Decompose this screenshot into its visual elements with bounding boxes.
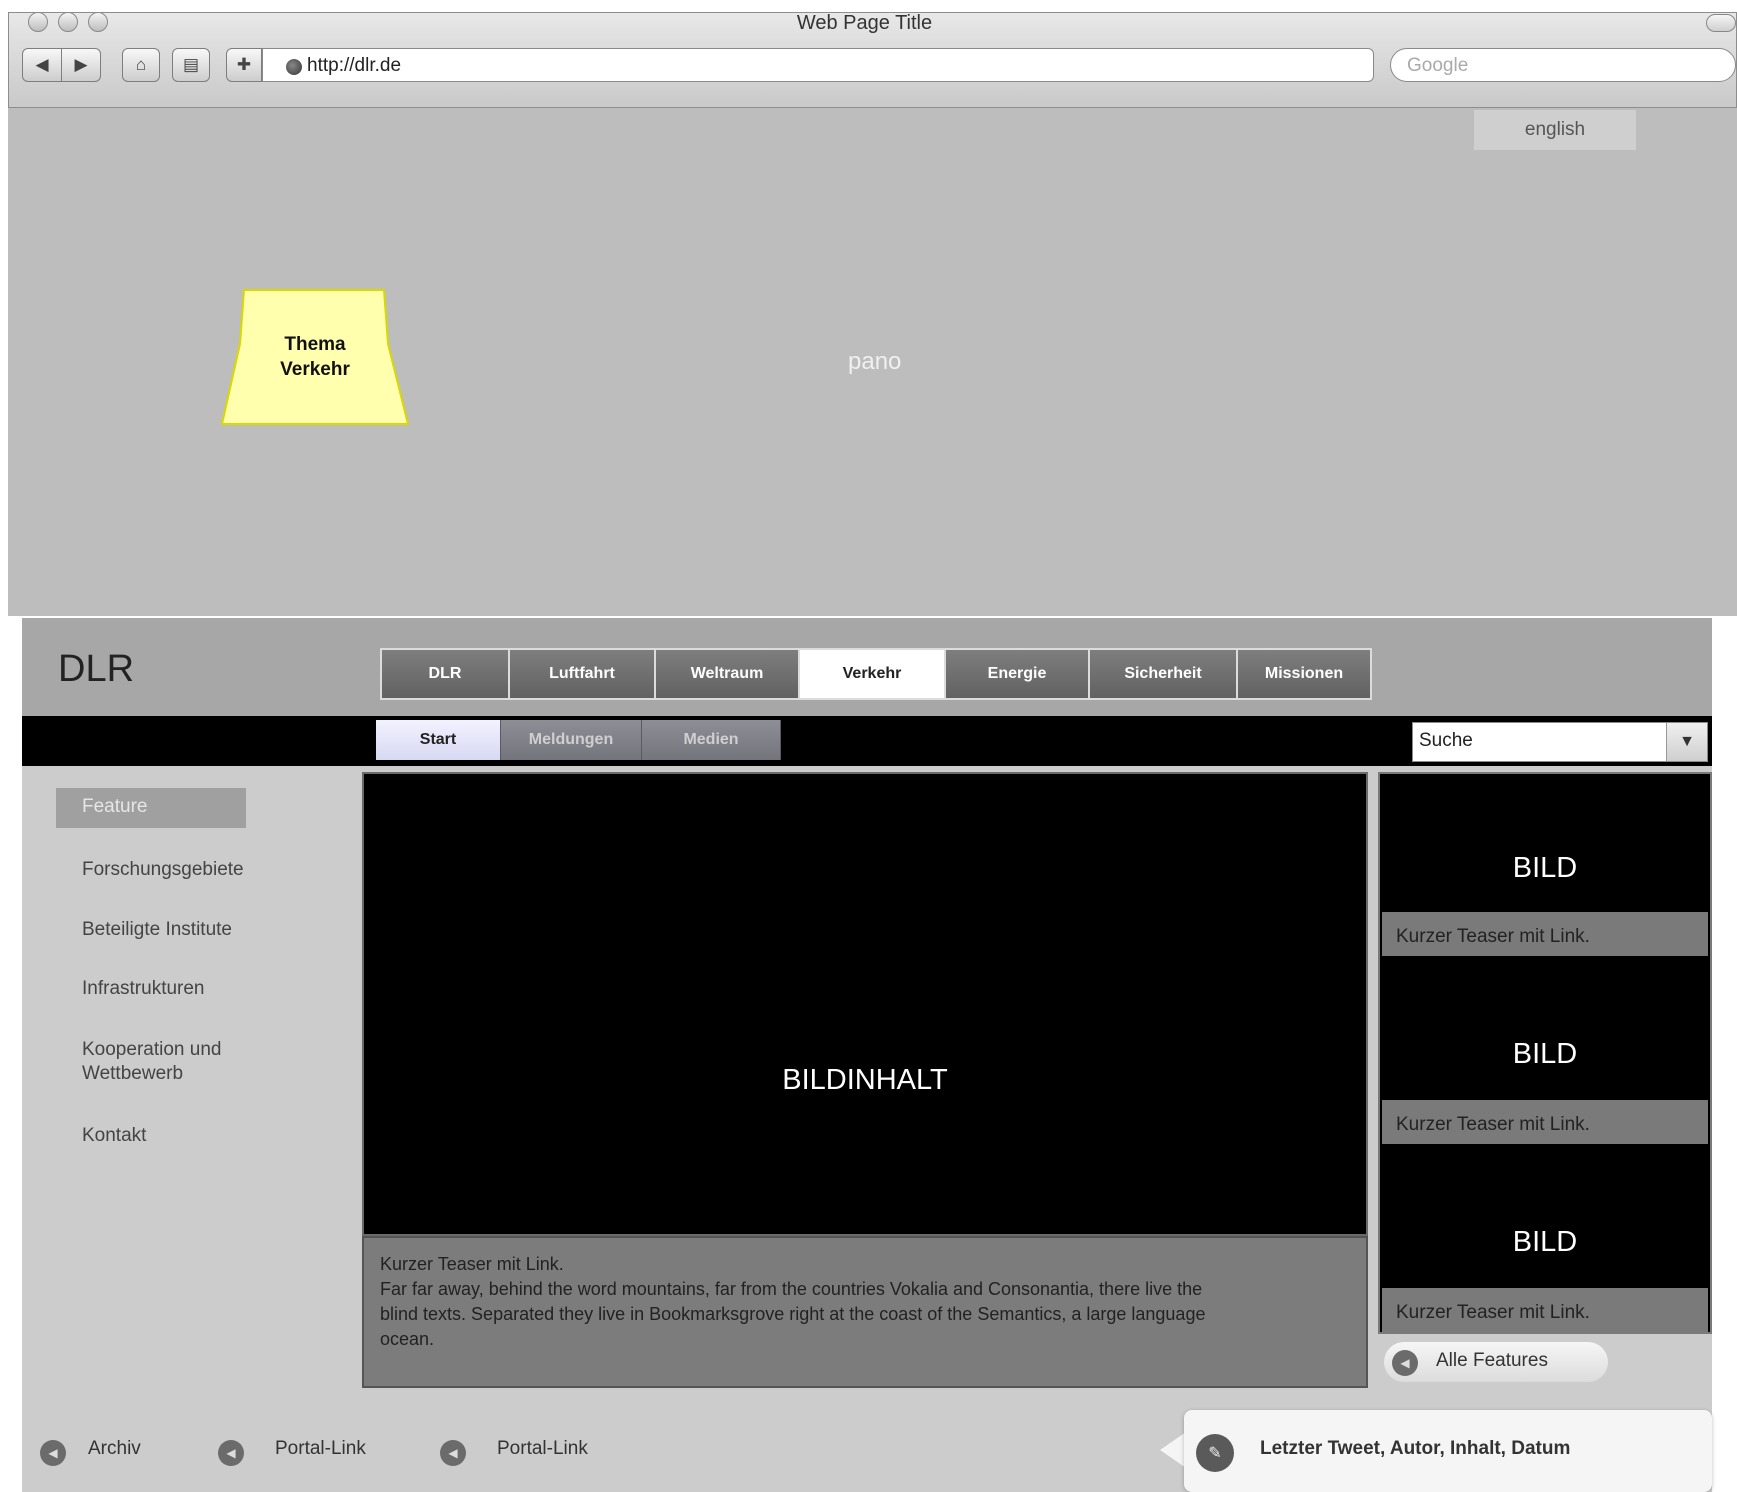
subnav-tab-start[interactable]: Start xyxy=(376,720,501,760)
nav-tab-dlr[interactable]: DLR xyxy=(382,650,510,698)
hero-teaser: Kurzer Teaser mit Link. Far far away, be… xyxy=(362,1236,1368,1388)
twitter-bird-icon: ✎ xyxy=(1196,1434,1234,1472)
all-features-label[interactable]: Alle Features xyxy=(1436,1350,1548,1372)
sidebar-item-forschungsgebiete[interactable]: Forschungsgebiete xyxy=(82,858,244,882)
sticky-line-2: Verkehr xyxy=(280,359,350,380)
sticky-line-1: Thema xyxy=(284,334,346,355)
sidebar-item-kooperation[interactable]: Kooperation und Wettbewerb xyxy=(82,1038,221,1086)
nav-tab-energie[interactable]: Energie xyxy=(946,650,1090,698)
language-button[interactable]: english xyxy=(1474,110,1636,150)
latest-tweet-text[interactable]: Letzter Tweet, Autor, Inhalt, Datum xyxy=(1260,1438,1570,1460)
sidebar-item-infrastrukturen[interactable]: Infrastrukturen xyxy=(82,977,205,1001)
arrow-circle-icon: ◀ xyxy=(40,1440,66,1466)
site-search-field[interactable]: Suche xyxy=(1412,722,1708,762)
main-navigation: DLR Luftfahrt Weltraum Verkehr Energie S… xyxy=(380,648,1372,700)
sidebar-item-label-line2: Wettbewerb xyxy=(82,1063,184,1084)
hero-teaser-text-3: ocean. xyxy=(380,1329,435,1349)
nav-tab-weltraum[interactable]: Weltraum xyxy=(656,650,800,698)
hero-teaser-text-1: Far far away, behind the word mountains,… xyxy=(380,1279,1203,1299)
sidebar-item-kontakt[interactable]: Kontakt xyxy=(82,1124,146,1148)
pano-label: pano xyxy=(848,348,902,375)
sidebar-item-beteiligte-institute[interactable]: Beteiligte Institute xyxy=(82,918,232,942)
print-button[interactable]: ▤ xyxy=(172,48,210,82)
arrow-circle-icon: ◀ xyxy=(1392,1350,1418,1376)
toolbar-toggle-button[interactable] xyxy=(1706,14,1736,32)
site-logo[interactable]: DLR xyxy=(58,648,134,691)
arrow-circle-icon: ◀ xyxy=(218,1440,244,1466)
plus-icon: ✚ xyxy=(236,55,252,74)
globe-icon xyxy=(286,59,302,75)
home-icon: ⌂ xyxy=(135,55,147,74)
search-engine-field[interactable]: Google xyxy=(1390,48,1736,82)
back-icon: ◀ xyxy=(35,55,49,74)
feature-teaser-link-1[interactable]: Kurzer Teaser mit Link. xyxy=(1382,912,1708,956)
feature-image-1[interactable]: BILD xyxy=(1378,852,1712,885)
subnav-tab-medien[interactable]: Medien xyxy=(642,720,781,760)
footer-link-portal-1[interactable]: Portal-Link xyxy=(275,1438,366,1460)
topic-sticky-note: Thema Verkehr xyxy=(220,288,410,428)
footer-link-archiv[interactable]: Archiv xyxy=(88,1438,141,1460)
chevron-down-icon: ▼ xyxy=(1679,733,1695,750)
nav-tab-missionen[interactable]: Missionen xyxy=(1238,650,1370,698)
tweet-bubble-pointer xyxy=(1160,1432,1186,1468)
hero-teaser-link[interactable]: Kurzer Teaser mit Link. xyxy=(380,1252,1350,1277)
nav-tab-luftfahrt[interactable]: Luftfahrt xyxy=(510,650,656,698)
feature-image-3[interactable]: BILD xyxy=(1378,1226,1712,1259)
add-bookmark-button[interactable]: ✚ xyxy=(226,48,262,82)
forward-icon: ▶ xyxy=(74,55,88,74)
footer-link-portal-2[interactable]: Portal-Link xyxy=(497,1438,588,1460)
nav-tab-verkehr[interactable]: Verkehr xyxy=(800,650,946,698)
hero-image[interactable] xyxy=(362,772,1368,1236)
window-title: Web Page Title xyxy=(796,12,933,34)
search-dropdown-button[interactable]: ▼ xyxy=(1666,723,1707,761)
nav-tab-sicherheit[interactable]: Sicherheit xyxy=(1090,650,1238,698)
url-field[interactable]: http://dlr.de xyxy=(262,48,1374,82)
feature-teaser-link-3[interactable]: Kurzer Teaser mit Link. xyxy=(1382,1288,1708,1332)
forward-button[interactable]: ▶ xyxy=(61,48,101,82)
arrow-circle-icon: ◀ xyxy=(440,1440,466,1466)
subnav-tab-meldungen[interactable]: Meldungen xyxy=(501,720,642,760)
print-icon: ▤ xyxy=(182,55,200,74)
home-button[interactable]: ⌂ xyxy=(122,48,160,82)
sidebar-item-feature[interactable]: Feature xyxy=(56,788,246,828)
sidebar-item-label: Kooperation und xyxy=(82,1039,222,1060)
back-button[interactable]: ◀ xyxy=(22,48,62,82)
hero-teaser-text-2: blind texts. Separated they live in Book… xyxy=(380,1304,1206,1324)
hero-image-label: BILDINHALT xyxy=(782,1064,948,1096)
feature-teaser-link-2[interactable]: Kurzer Teaser mit Link. xyxy=(1382,1100,1708,1144)
sub-navigation: Start Meldungen Medien xyxy=(376,720,781,760)
feature-image-2[interactable]: BILD xyxy=(1378,1038,1712,1071)
